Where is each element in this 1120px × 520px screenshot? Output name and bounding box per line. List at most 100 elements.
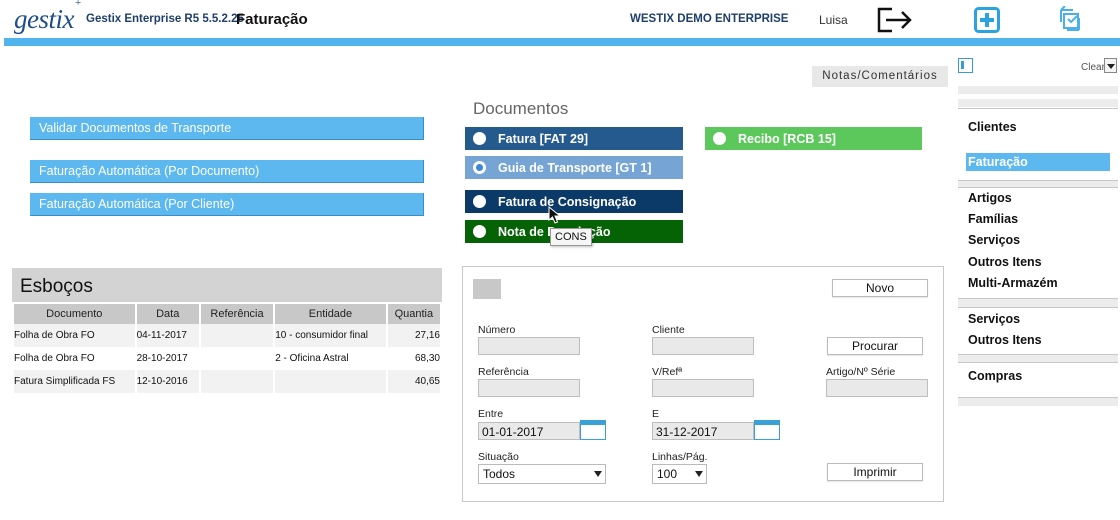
doc-option-label: Fatura de Consignação [498,194,637,209]
linhas-pag-label: Linhas/Pág. [652,451,708,463]
sidebar-item-faturacao[interactable]: Faturação [966,153,1110,171]
table-row[interactable]: Fatura Simplificada FS 12-10-2016 40,65 [14,370,440,393]
notes-button[interactable]: Notas/Comentários [812,66,948,87]
radio-icon [473,225,486,238]
doc-option-guia-transporte[interactable]: Guia de Transporte [GT 1] [465,156,683,179]
sidebar-item-servicos[interactable]: Serviços [968,233,1020,247]
artigo-serie-label: Artigo/Nº Série [826,366,896,378]
sidebar-item-servicos-2[interactable]: Serviços [968,312,1020,326]
sidebar-group: Clientes Faturação [958,108,1118,181]
start-date-input[interactable]: 01-01-2017 [478,422,580,440]
cell-data: 12-10-2016 [136,370,199,393]
drafts-panel: Esboços Documento Data Referência Entida… [12,268,442,396]
calendar-icon[interactable] [580,420,606,440]
doc-option-label: Recibo [RCB 15] [738,131,836,146]
sidebar-item-artigos[interactable]: Artigos [968,191,1012,205]
user-name: Luisa [819,13,848,27]
gestix-logo: gestix+ [14,0,81,35]
table-row[interactable]: Folha de Obra FO 28-10-2017 2 - Oficina … [14,347,440,370]
radio-icon [713,132,726,145]
e-label: E [652,408,660,420]
linhas-pag-select[interactable]: 100 [652,464,707,484]
cell-referencia [200,324,274,347]
company-name: WESTIX DEMO ENTERPRISE [630,13,789,25]
app-version: Gestix Enterprise R5 5.5.2.25 [86,13,244,25]
print-button[interactable]: Imprimir [827,463,923,481]
sidebar-item-outros-itens-2[interactable]: Outros Itens [968,333,1042,347]
radio-icon [473,132,486,145]
panel-icon[interactable] [958,58,973,73]
sidebar-group: Compras [958,362,1118,398]
vref-input[interactable] [652,379,754,397]
end-date-input[interactable]: 31-12-2017 [652,422,754,440]
sidebar-separator [958,99,1118,107]
tooltip: CONS [550,228,592,246]
col-entidade[interactable]: Entidade [275,304,386,324]
clear-dropdown[interactable] [1104,58,1117,73]
radio-icon [473,195,486,208]
cell-entidade: 2 - Oficina Astral [275,353,349,364]
sidebar-separator [958,299,1118,307]
referencia-input[interactable] [478,379,580,397]
cell-documento: Folha de Obra FO [14,353,95,364]
numero-input[interactable] [478,337,580,355]
vref-label: V/Refª [652,366,683,378]
entre-label: Entre [478,408,504,420]
doc-option-recibo[interactable]: Recibo [RCB 15] [705,127,922,150]
cliente-label: Cliente [652,324,685,336]
auto-billing-by-client-button[interactable]: Faturação Automática (Por Cliente) [30,193,424,216]
referencia-label: Referência [478,366,529,378]
col-referencia[interactable]: Referência [200,304,274,324]
doc-option-fatura-consignacao[interactable]: Fatura de Consignação [465,190,683,213]
header-bar [4,38,1120,46]
sidebar-group: Artigos Famílias Serviços Outros Itens M… [958,187,1118,299]
logout-icon[interactable] [875,4,915,36]
cell-referencia [200,370,274,393]
documents-heading: Documentos [473,99,569,118]
drafts-title: Esboços [12,268,442,302]
sync-icon[interactable] [1050,4,1090,36]
situacao-value: Todos [483,467,516,481]
sidebar-item-clientes[interactable]: Clientes [968,120,1017,134]
cell-entidade [275,370,386,393]
situacao-select[interactable]: Todos [478,464,606,484]
sidebar-group: Serviços Outros Itens [958,307,1118,355]
auto-billing-by-document-button[interactable]: Faturação Automática (Por Documento) [30,160,424,183]
radio-icon [473,161,486,174]
cell-quantia: 27,16 [387,324,440,347]
doc-option-label: Guia de Transporte [GT 1] [498,160,652,175]
cell-quantia: 68,30 [414,353,440,364]
sidebar-item-compras[interactable]: Compras [968,369,1022,383]
situacao-label: Situação [478,451,519,463]
cell-entidade: 10 - consumidor final [275,324,386,347]
mouse-cursor-icon [548,206,562,224]
search-button[interactable]: Procurar [827,337,923,355]
doc-option-fatura[interactable]: Fatura [FAT 29] [465,127,683,150]
new-button[interactable]: Novo [832,279,928,297]
artigo-serie-input[interactable] [826,379,928,397]
chevron-down-icon [594,471,602,477]
sidebar-separator [958,398,1118,406]
cell-quantia: 40,65 [387,370,440,393]
drafts-table: Documento Data Referência Entidade Quant… [12,304,442,393]
validate-transport-docs-button[interactable]: Validar Documentos de Transporte [30,117,424,140]
sidebar-item-familias[interactable]: Famílias [968,212,1018,226]
table-row[interactable]: Folha de Obra FO 04-11-2017 10 - consumi… [14,324,440,347]
add-icon[interactable] [967,4,1007,36]
col-documento[interactable]: Documento [14,304,135,324]
sidebar-item-multi-armazem[interactable]: Multi-Armazém [968,276,1058,290]
cell-data: 04-11-2017 [136,324,199,347]
sidebar-separator [958,86,1118,94]
module-title: Faturação [236,11,308,28]
calendar-icon[interactable] [754,420,780,440]
sidebar-item-outros-itens[interactable]: Outros Itens [968,255,1042,269]
cell-referencia [201,347,273,370]
cell-data: 28-10-2017 [136,353,188,364]
cell-documento: Fatura Simplificada FS [14,370,135,393]
col-quantia[interactable]: Quantia [387,304,440,324]
panel-toggle[interactable] [473,279,501,299]
col-data[interactable]: Data [136,304,199,324]
chevron-down-icon [695,471,703,477]
cliente-input[interactable] [652,337,754,355]
cell-documento: Folha de Obra FO [14,324,135,347]
